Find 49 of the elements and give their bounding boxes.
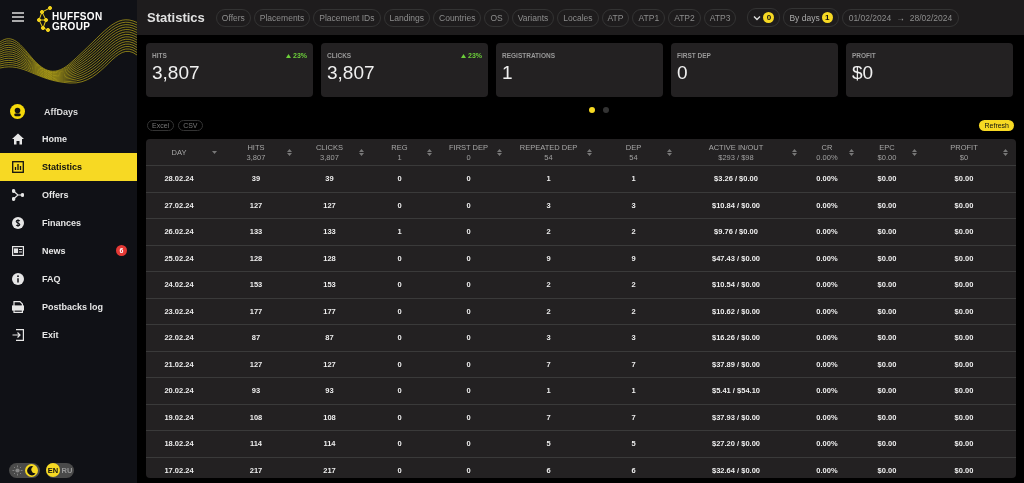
stat-value: 0 xyxy=(677,62,689,84)
nav-item[interactable]: Offers xyxy=(0,181,137,209)
count-badge: 0 xyxy=(763,12,775,23)
nav-item[interactable]: Statistics xyxy=(0,153,137,181)
sun-icon xyxy=(11,464,24,477)
stat-value: $0 xyxy=(852,62,875,84)
news-icon xyxy=(12,245,24,257)
stat-value: 1 xyxy=(502,62,514,84)
sort-icon[interactable] xyxy=(427,148,432,156)
arrow-glyph: → xyxy=(896,12,905,23)
sort-icon[interactable] xyxy=(1003,148,1008,156)
sort-icon[interactable] xyxy=(497,148,502,156)
stat-value: 3,807 xyxy=(152,62,201,84)
sort-icon[interactable] xyxy=(912,148,917,156)
sort-icon[interactable] xyxy=(359,148,364,156)
sort-icon[interactable] xyxy=(287,148,292,156)
offers-icon xyxy=(12,189,24,201)
chevron-icon xyxy=(753,14,762,21)
constellation-icon xyxy=(36,6,54,32)
sort-icon[interactable] xyxy=(587,148,592,156)
sort-icon[interactable] xyxy=(792,148,797,156)
sort-icon[interactable] xyxy=(849,148,854,156)
dropdown-button[interactable]: 0 xyxy=(747,8,781,27)
nav-item[interactable]: Home xyxy=(0,125,137,153)
nav-item[interactable]: FAQ xyxy=(0,265,137,293)
exit-icon xyxy=(12,329,24,341)
chart-icon xyxy=(12,161,24,173)
home-icon xyxy=(12,133,24,145)
nav-item[interactable]: Postbacks log xyxy=(0,293,137,321)
stat-value: 3,807 xyxy=(327,62,376,84)
nav-item[interactable]: Exit xyxy=(0,321,137,349)
pager-dot[interactable] xyxy=(588,107,595,113)
grouping-button[interactable]: By days 1 xyxy=(783,8,839,27)
sort-icon[interactable] xyxy=(667,148,672,156)
account-name: AffDays xyxy=(44,106,78,117)
moon-icon xyxy=(25,464,38,477)
count-badge: 1 xyxy=(821,12,833,23)
theme-toggle[interactable] xyxy=(9,463,40,478)
pager-dot[interactable] xyxy=(602,107,609,113)
menu-icon[interactable] xyxy=(12,12,24,22)
sort-desc-icon[interactable] xyxy=(212,150,217,154)
nav-item[interactable]: Finances xyxy=(0,209,137,237)
start-date: 01/02/2024 xyxy=(848,12,892,23)
page-title: Statistics xyxy=(147,10,205,25)
logo-text: HUFFSON GROUP xyxy=(52,12,104,32)
end-date: 28/02/2024 xyxy=(909,12,953,23)
dollar-icon xyxy=(12,217,24,229)
avatar-icon xyxy=(10,104,25,119)
info-icon xyxy=(12,273,24,285)
